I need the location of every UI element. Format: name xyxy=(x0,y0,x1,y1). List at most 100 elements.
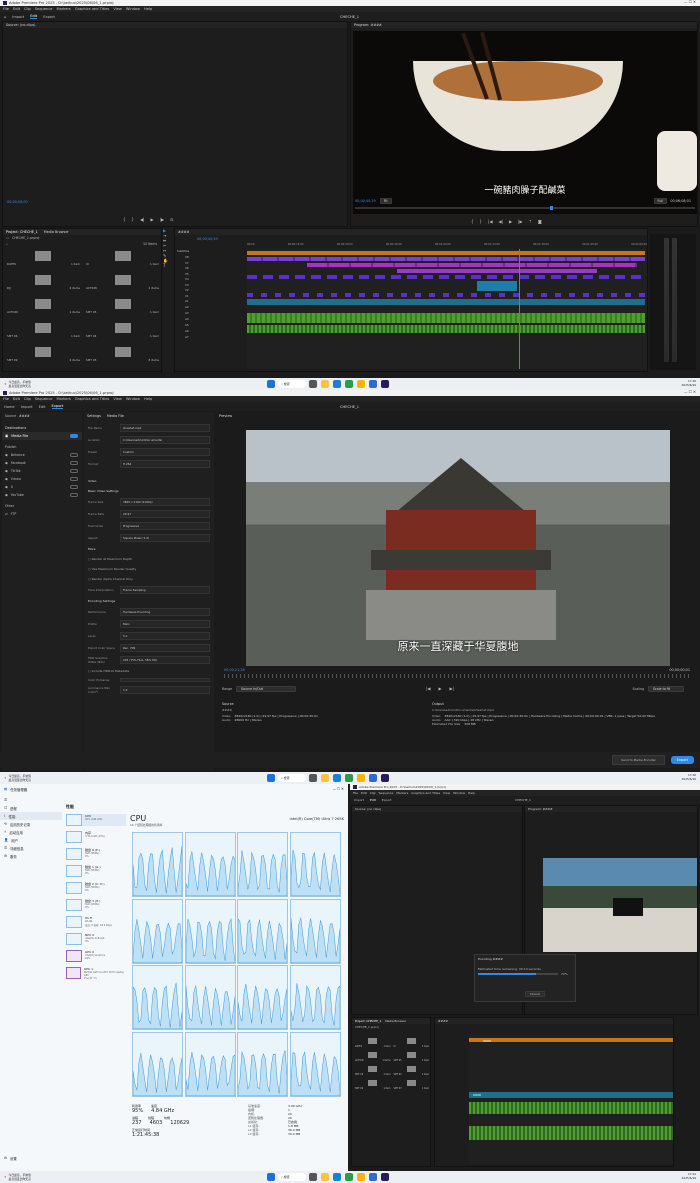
render-max-depth-checkbox[interactable]: ○ Render at Maximum Depth xyxy=(88,554,210,564)
tab-home[interactable]: Home xyxy=(4,405,15,409)
include-metadata-checkbox[interactable]: ○ Include HDR10 Metadata xyxy=(88,666,210,676)
publish-toggle[interactable] xyxy=(70,485,78,489)
mark-out-icon[interactable]: } xyxy=(480,219,483,224)
step-forward-icon[interactable]: |▶ xyxy=(518,219,522,224)
tab-edit[interactable]: Edit xyxy=(30,14,38,19)
tm-resource-item[interactable]: 磁盘 0 (E:) SSD (NVMe) 0% xyxy=(66,848,126,860)
color-primaries-field[interactable] xyxy=(120,678,210,682)
tab-import[interactable]: Import xyxy=(354,798,364,802)
wechat-icon[interactable] xyxy=(345,380,353,388)
zoom-select[interactable]: Fit xyxy=(379,198,392,204)
format-select[interactable]: H.264 xyxy=(120,460,210,468)
bin-item[interactable]: SMT 06 1 item xyxy=(355,1066,391,1076)
playhead[interactable] xyxy=(550,206,553,210)
tm-nav-item[interactable]: ⚙ 服务 xyxy=(0,852,62,860)
audio-clip-a1[interactable] xyxy=(247,313,645,323)
hdr-select[interactable]: 203 (75% HLG, 58% PQ) xyxy=(120,656,210,664)
menu-item-clip[interactable]: Clip xyxy=(370,791,376,795)
ftp-destination[interactable]: ⇄ FTP xyxy=(2,510,82,518)
play-icon[interactable]: ▶ xyxy=(151,217,154,222)
tm-nav-item[interactable]: ⌇ 性能 xyxy=(0,812,62,820)
video-clip-v8[interactable] xyxy=(247,257,645,261)
preview-timecode[interactable]: 00;00;21;28 xyxy=(224,668,245,672)
source-timecode[interactable]: 00;00;00;00 xyxy=(7,200,28,204)
export-button[interactable]: Export xyxy=(670,756,694,764)
publish-item-tiktok[interactable]: ◉ TikTok xyxy=(2,467,82,475)
menu-item-sequence[interactable]: Sequence xyxy=(35,7,53,11)
file-explorer-icon[interactable] xyxy=(321,380,329,388)
program-timecode[interactable]: 00;00;40;29 xyxy=(355,199,376,203)
clock[interactable]: 17:41 2025/6/16 xyxy=(682,1172,696,1180)
home-icon[interactable]: ⌂ xyxy=(4,15,6,19)
subtitle-clip[interactable]: #### xyxy=(469,1038,673,1043)
subtitle-clip[interactable] xyxy=(247,251,645,255)
play-icon[interactable]: ▶ xyxy=(509,219,512,224)
go-to-in-icon[interactable]: |◀ xyxy=(426,686,430,691)
clock[interactable]: 17:40 2025/6/16 xyxy=(682,773,696,781)
go-to-in-icon[interactable]: |◀ xyxy=(488,219,492,224)
menu-item-window[interactable]: Window xyxy=(453,791,465,795)
sequence-tab[interactable]: #### xyxy=(175,229,647,235)
timeline-playhead[interactable] xyxy=(519,249,520,369)
video-clip-v5[interactable] xyxy=(247,275,645,279)
bin-item[interactable]: ACTION 2 items xyxy=(86,275,159,290)
task-view-icon[interactable] xyxy=(309,774,317,782)
media-browser-tab[interactable]: Media Browser xyxy=(44,230,69,234)
source-name[interactable]: #### xyxy=(19,414,30,418)
search-icon[interactable]: ⌕ xyxy=(6,242,8,246)
timeline-tracks[interactable]: #### #### xyxy=(469,1034,673,1164)
window-controls[interactable]: — ☐ ✕ xyxy=(684,0,696,4)
premiere-taskbar-icon[interactable] xyxy=(381,1173,389,1181)
export-frame-icon[interactable]: ◙ xyxy=(538,219,542,224)
field-order-select[interactable]: Progressive xyxy=(120,522,210,530)
menu-item-edit[interactable]: Edit xyxy=(13,7,20,11)
wechat-icon[interactable] xyxy=(345,774,353,782)
menu-item-file[interactable]: File xyxy=(3,7,9,11)
performance-select[interactable]: Hardware Encoding xyxy=(120,608,210,616)
bin-item[interactable]: SMT 09 1 item xyxy=(355,1080,391,1090)
menu-item-edit[interactable]: Edit xyxy=(13,397,20,401)
tm-resource-item[interactable]: CPU 95% 4.84 GHz xyxy=(66,814,126,826)
scaling-select[interactable]: Scale to fit xyxy=(648,686,684,692)
resolution-select[interactable]: Full xyxy=(653,198,668,204)
video-clip-v6[interactable] xyxy=(397,269,597,273)
audio-track-header[interactable]: A7 xyxy=(177,335,247,341)
frame-rate-field[interactable]: 29.97 xyxy=(120,510,210,518)
publish-toggle[interactable] xyxy=(70,461,78,465)
bin-item[interactable]: SMT 04 1 item xyxy=(393,1066,429,1076)
video-clip-v2[interactable] xyxy=(247,299,645,305)
level-select[interactable]: 5.1 xyxy=(120,632,210,640)
tm-resource-item[interactable]: GPU 1 NVIDIA GeForce RTX 5070 Laptop GPU … xyxy=(66,967,126,980)
bin-item[interactable]: SMT 06 1 item xyxy=(7,323,80,338)
menu-item-help[interactable]: Help xyxy=(144,7,152,11)
audio-clip-a2[interactable] xyxy=(247,325,645,333)
source-monitor-tab[interactable]: Source: (no clips) xyxy=(3,22,347,28)
go-to-out-icon[interactable]: ▶| xyxy=(450,686,454,691)
taskbar-search[interactable]: ⌕ 搜索 xyxy=(278,774,306,782)
program-scrubber[interactable] xyxy=(355,206,695,210)
taskbar-search[interactable]: ⌕ 搜索 xyxy=(278,1173,306,1181)
clock[interactable]: 17:40 2025/6/16 xyxy=(682,379,696,387)
publish-item-youtube[interactable]: ◉ YouTube xyxy=(2,491,82,499)
bin-item[interactable]: DATES 1 item xyxy=(7,251,80,266)
tab-import[interactable]: Import xyxy=(21,405,33,409)
chrome-icon[interactable] xyxy=(357,1173,365,1181)
start-icon[interactable] xyxy=(267,774,275,782)
chrome-icon[interactable] xyxy=(357,380,365,388)
play-icon[interactable]: ▶ xyxy=(438,686,441,691)
edge-icon[interactable] xyxy=(333,380,341,388)
menu-item-markers[interactable]: Markers xyxy=(57,7,71,11)
frame-size-field[interactable]: 3840 x 2160 (2160p) xyxy=(120,498,210,506)
step-back-icon[interactable]: ◀| xyxy=(499,219,503,224)
tm-nav-item[interactable]: ⟲ 应用历史记录 xyxy=(0,820,62,828)
video-clip-v4[interactable] xyxy=(477,281,517,291)
bin-item[interactable]: SMT 09 2 items xyxy=(7,347,80,362)
video-clip-v7[interactable] xyxy=(307,263,637,267)
tm-settings[interactable]: ⚙ 设置 xyxy=(0,1154,21,1162)
window-controls[interactable]: — ☐ ✕ xyxy=(333,787,344,791)
timeline-tracks[interactable] xyxy=(247,249,647,369)
publish-toggle[interactable] xyxy=(70,453,78,457)
bin-item[interactable]: SMT 04 1 item xyxy=(86,323,159,338)
mark-out-icon[interactable]: } xyxy=(132,217,135,222)
premiere-taskbar-icon[interactable] xyxy=(381,380,389,388)
